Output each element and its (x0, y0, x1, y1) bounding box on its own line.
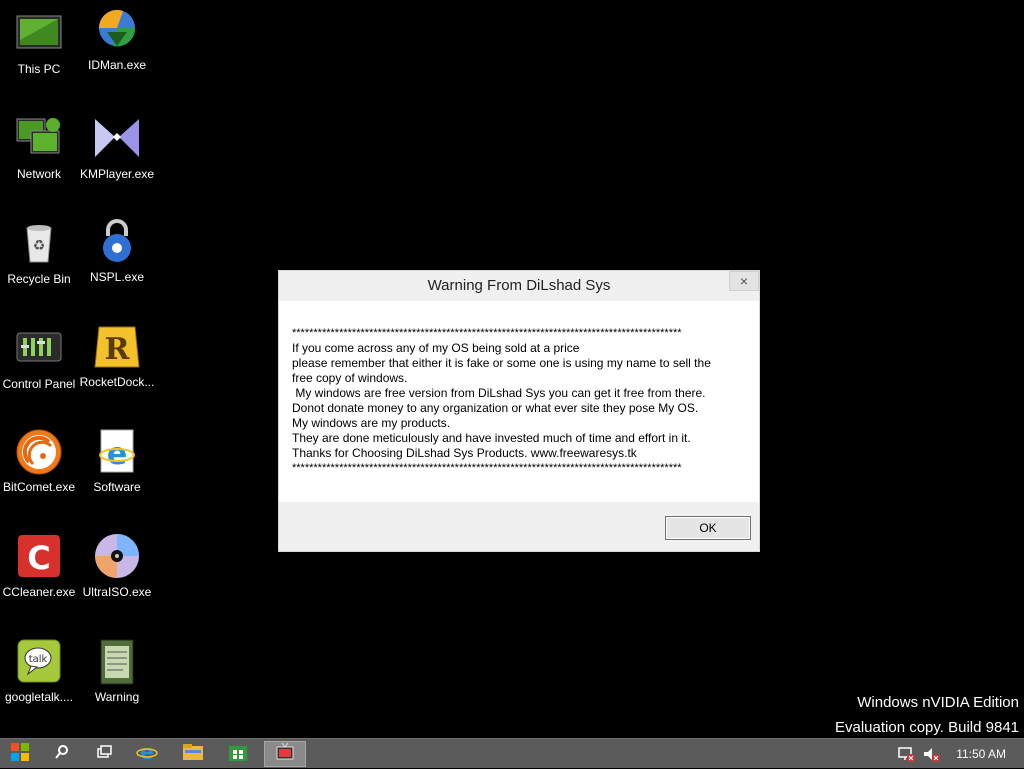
desktop-icon-nspl[interactable]: NSPL.exe (77, 218, 157, 284)
monitor-icon (15, 10, 63, 58)
desktop-icon-rocketdock[interactable]: R RocketDock... (77, 323, 157, 389)
svg-text:e: e (140, 741, 154, 763)
desktop-icon-label: Software (93, 480, 141, 494)
recycle-bin-icon: ♻ (15, 220, 63, 268)
desktop-icon-label: RocketDock... (79, 375, 155, 389)
desktop-icon-ccleaner[interactable]: C CCleaner.exe (0, 533, 79, 599)
taskbar-clock[interactable]: 11:50 AM (956, 739, 1006, 769)
message-separator: ****************************************… (292, 462, 682, 474)
dialog-message: ****************************************… (292, 326, 747, 476)
desktop-icon-control-panel[interactable]: Control Panel (0, 325, 79, 391)
desktop-icon-warning[interactable]: Warning (77, 638, 157, 704)
ccleaner-icon: C (15, 533, 63, 581)
desktop-icon-label: Control Panel (2, 377, 76, 391)
store-icon (228, 742, 248, 767)
tv-app-icon (275, 742, 295, 767)
desktop-icon-googletalk[interactable]: talk googletalk.... (0, 638, 79, 704)
task-view-icon (96, 744, 112, 765)
ok-button[interactable]: OK (665, 516, 751, 540)
desktop-icon-label: Recycle Bin (7, 272, 71, 286)
kmplayer-icon (93, 115, 141, 163)
desktop-icon-this-pc[interactable]: This PC (0, 10, 79, 76)
notepad-icon (93, 638, 141, 686)
message-line: My windows are my products. (292, 416, 451, 430)
task-view-button[interactable] (86, 741, 122, 767)
taskbar-file-explorer[interactable] (175, 741, 211, 767)
start-icon (10, 742, 30, 767)
taskbar: e 11:50 AM (0, 738, 1024, 768)
taskbar-store[interactable] (220, 741, 256, 767)
warning-dialog: Warning From DiLshad Sys × *************… (278, 270, 760, 552)
message-line: If you come across any of my OS being so… (292, 341, 580, 355)
internet-explorer-icon: e (136, 740, 158, 768)
svg-text:C: C (27, 539, 50, 577)
message-line: Thanks for Choosing DiLshad Sys Products… (292, 446, 637, 460)
close-icon: × (739, 273, 749, 289)
desktop-icon-label: googletalk.... (4, 690, 74, 704)
desktop-icon-network[interactable]: Network (0, 115, 79, 181)
search-button[interactable] (44, 741, 80, 767)
message-separator: ****************************************… (292, 327, 682, 339)
svg-text:talk: talk (29, 654, 48, 665)
rocketdock-icon: R (93, 323, 141, 371)
desktop-icon-label: KMPlayer.exe (79, 167, 155, 181)
ie-document-icon: e (93, 428, 141, 476)
dialog-body: ****************************************… (279, 301, 759, 502)
desktop-icon-label: NSPL.exe (89, 270, 145, 284)
network-icon (15, 115, 63, 163)
desktop-icon-ultraiso[interactable]: UltraISO.exe (77, 533, 157, 599)
tray-volume[interactable] (922, 745, 940, 763)
desktop-icon-label: BitComet.exe (2, 480, 76, 494)
desktop-icon-recycle-bin[interactable]: ♻ Recycle Bin (0, 220, 79, 286)
dialog-title: Warning From DiLshad Sys (279, 271, 759, 301)
svg-text:e: e (107, 437, 127, 472)
start-button[interactable] (2, 741, 38, 767)
desktop-icon-label: IDMan.exe (87, 58, 147, 72)
watermark-edition: Windows nVIDIA Edition (857, 694, 1019, 711)
svg-text:R: R (105, 332, 131, 367)
tray-network[interactable] (897, 745, 915, 763)
desktop-icon-kmplayer[interactable]: KMPlayer.exe (77, 115, 157, 181)
idm-globe-icon (93, 6, 141, 54)
desktop-icon-label: Warning (94, 690, 140, 704)
message-line: My windows are free version from DiLshad… (292, 386, 706, 400)
dialog-close-button[interactable]: × (729, 271, 759, 291)
taskbar-active-app[interactable] (264, 741, 306, 767)
watermark-build: Evaluation copy. Build 9841 (834, 719, 1019, 736)
desktop-icon-label: UltraISO.exe (82, 585, 152, 599)
message-line: free copy of windows. (292, 371, 408, 385)
svg-text:♻: ♻ (33, 238, 46, 254)
volume-muted-icon (922, 748, 940, 767)
disc-icon (93, 533, 141, 581)
lock-icon (93, 218, 141, 266)
message-line: They are done meticulously and have inve… (292, 431, 691, 445)
desktop-icon-label: Network (16, 167, 61, 181)
network-warning-icon (897, 747, 915, 767)
bitcomet-icon (15, 428, 63, 476)
file-explorer-icon (182, 742, 204, 767)
control-panel-icon (15, 325, 63, 373)
search-icon (54, 744, 70, 765)
desktop-icon-software[interactable]: e Software (77, 428, 157, 494)
desktop-icon-label: CCleaner.exe (2, 585, 76, 599)
desktop-icon-label: This PC (17, 62, 61, 76)
message-line: please remember that either it is fake o… (292, 356, 711, 370)
desktop-icon-idman[interactable]: IDMan.exe (77, 6, 157, 72)
taskbar-internet-explorer[interactable]: e (129, 740, 165, 768)
desktop-icon-bitcomet[interactable]: BitComet.exe (0, 428, 79, 494)
message-line: Donot donate money to any organization o… (292, 401, 699, 415)
talk-icon: talk (15, 638, 63, 686)
